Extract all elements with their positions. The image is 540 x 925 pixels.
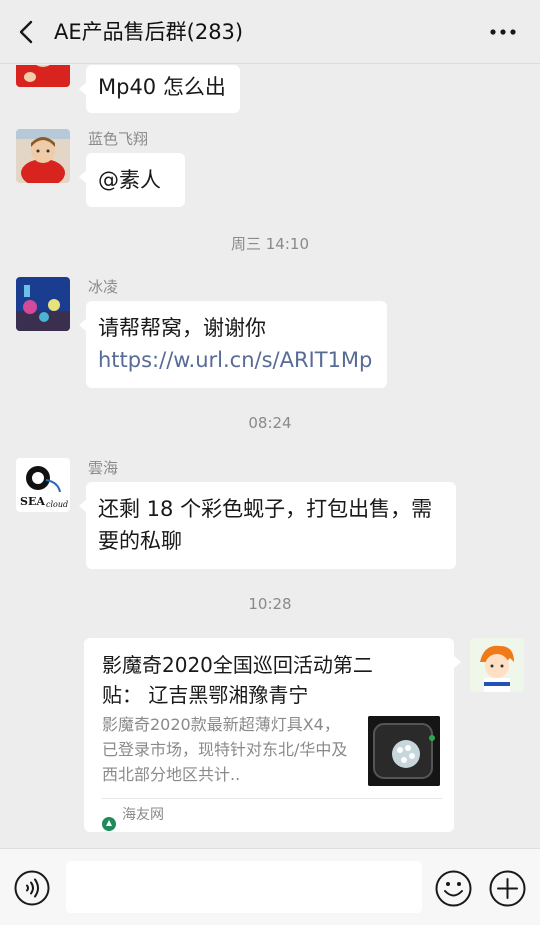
emoji-icon — [435, 870, 472, 907]
back-button[interactable] — [12, 17, 42, 47]
voice-button[interactable] — [14, 870, 50, 906]
card-divider — [102, 798, 442, 799]
message-text: Mp40 怎么出 — [98, 75, 226, 99]
plus-icon — [489, 870, 526, 907]
message-bubble[interactable]: Mp40 怎么出 — [79, 65, 240, 113]
avatar[interactable] — [16, 129, 70, 183]
avatar[interactable]: SEA cloud — [16, 458, 70, 512]
message-text: 还剩 18 个彩色蚬子，打包出售，需要的私聊 — [98, 497, 433, 553]
more-functions-button[interactable] — [489, 870, 526, 907]
sea-cloud-logo-avatar-icon: SEA cloud — [16, 458, 70, 512]
timestamp: 周三 14:10 — [231, 235, 309, 253]
svg-text:SEA: SEA — [20, 495, 45, 508]
avatar-self[interactable] — [470, 638, 524, 692]
card-source: 海友网 — [122, 807, 164, 823]
timestamp: 08:24 — [248, 414, 292, 432]
source-logo-icon — [102, 808, 116, 831]
avatar[interactable] — [16, 277, 70, 331]
message-text: 请帮帮窝，谢谢你 — [98, 316, 266, 340]
timestamp: 10:28 — [248, 595, 292, 613]
chat-message-list[interactable]: Mp40 怎么出 蓝色飞翔 @素人 周三 14:10 冰凌 请帮帮窝，谢谢你 h… — [0, 65, 540, 848]
sender-name: 冰凌 — [88, 278, 119, 296]
chat-title: AE产品售后群(283) — [54, 20, 244, 44]
emoji-button[interactable] — [435, 870, 472, 907]
card-description: 影魔奇2020款最新超薄灯具X4，已登录市场，现特针对东北/华中及西北部分地区共… — [102, 715, 348, 784]
chevron-left-icon — [19, 20, 33, 44]
more-button[interactable] — [488, 20, 518, 44]
avatar[interactable] — [16, 65, 70, 87]
child-photo-avatar-icon — [16, 129, 70, 183]
voice-icon — [14, 870, 50, 906]
composer-bar — [0, 848, 540, 925]
card-title: 影魔奇2020全国巡回活动第二贴： 辽吉黑鄂湘豫青宁 — [102, 653, 373, 707]
sender-name: 蓝色飞翔 — [88, 130, 149, 148]
message-bubble[interactable]: 还剩 18 个彩色蚬子，打包出售，需要的私聊 — [79, 482, 456, 569]
message-input[interactable] — [66, 861, 422, 913]
more-dots-icon — [490, 29, 516, 35]
svg-text:cloud: cloud — [46, 500, 68, 509]
message-link[interactable]: https://w.url.cn/s/ARIT1Mp — [98, 344, 375, 376]
message-text: @素人 — [98, 168, 161, 192]
child-photo-avatar-icon — [16, 65, 70, 87]
link-card[interactable]: 影魔奇2020全国巡回活动第二贴： 辽吉黑鄂湘豫青宁 影魔奇2020款最新超薄灯… — [84, 638, 461, 832]
cartoon-avatar-icon — [470, 638, 524, 692]
sender-name: 雲海 — [88, 459, 119, 477]
aquarium-photo-avatar-icon — [16, 277, 70, 331]
message-bubble[interactable]: @素人 — [79, 153, 185, 207]
lamp-photo-thumbnail-icon — [368, 716, 440, 786]
message-bubble[interactable]: 请帮帮窝，谢谢你 https://w.url.cn/s/ARIT1Mp — [79, 301, 387, 388]
card-thumbnail — [368, 716, 440, 786]
top-bar: AE产品售后群(283) — [0, 0, 540, 64]
